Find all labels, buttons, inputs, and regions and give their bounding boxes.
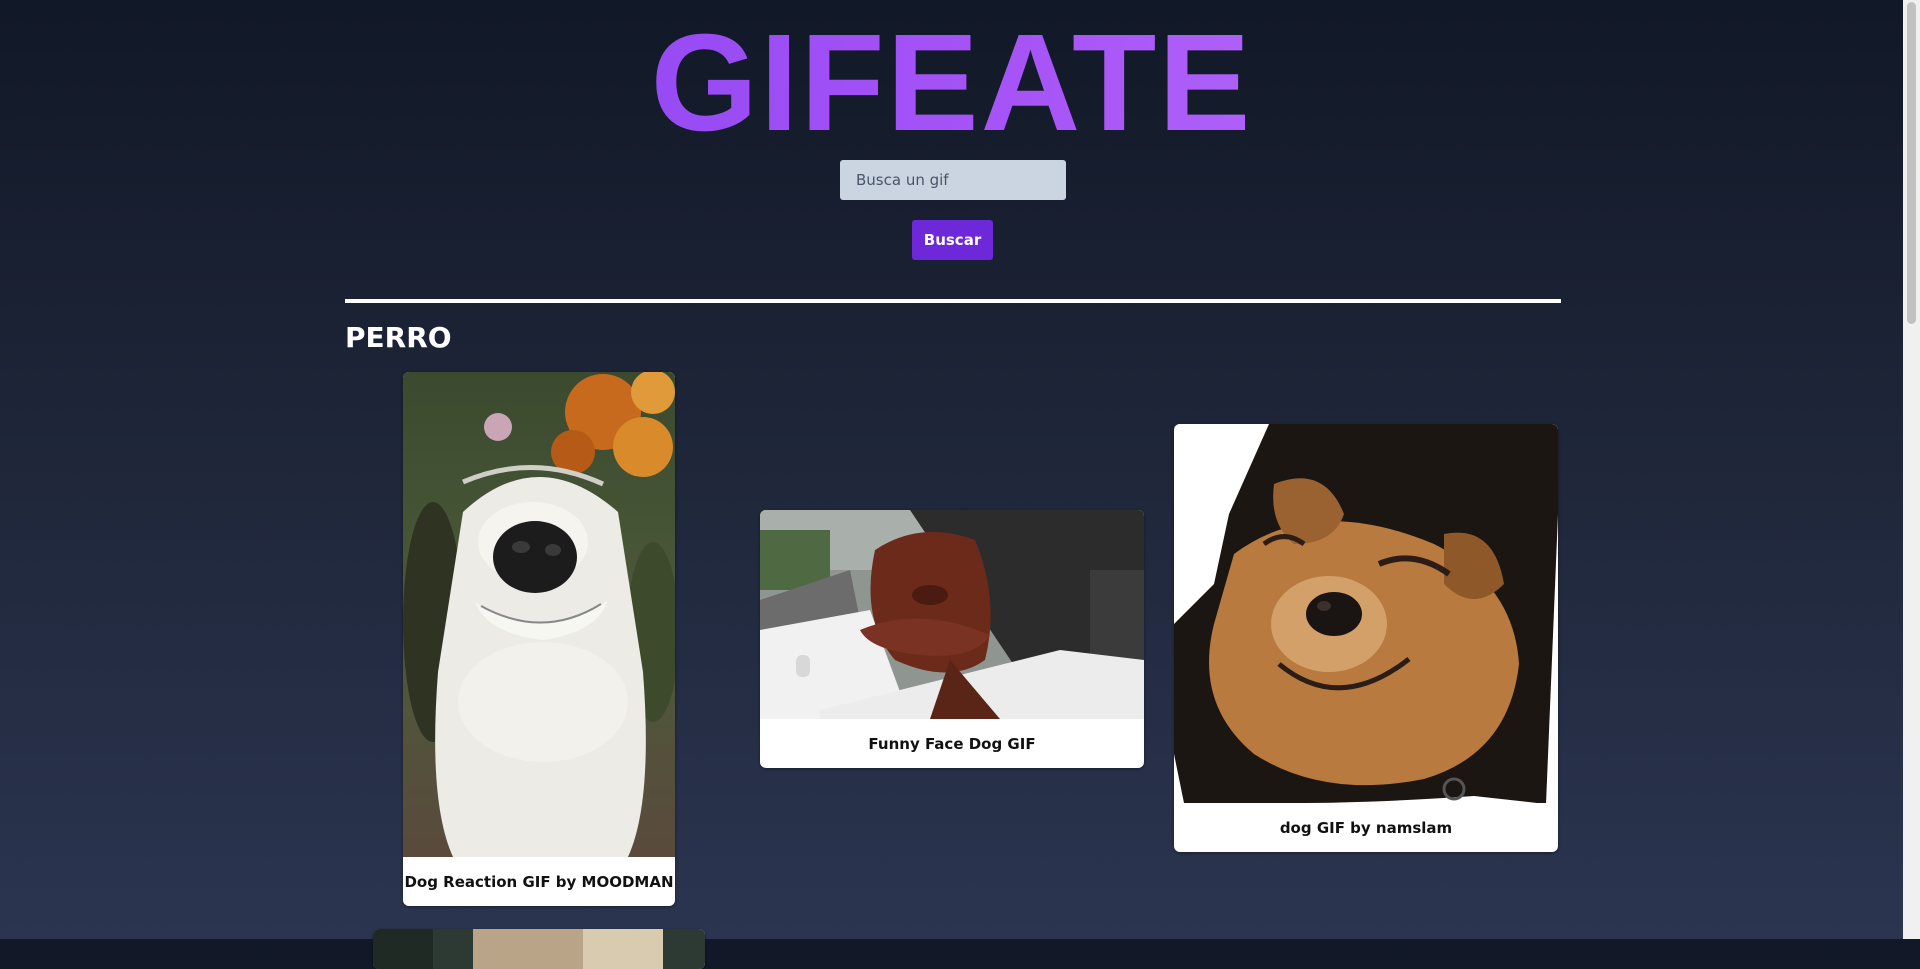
gif-card[interactable]: Funny Face Dog GIF <box>760 510 1144 768</box>
scrollbar[interactable] <box>1903 0 1920 939</box>
app-logo: GIFEATE <box>0 14 1903 152</box>
gif-image[interactable] <box>1174 424 1558 803</box>
gif-card[interactable]: dog GIF by namslam <box>1174 424 1558 852</box>
results-title: PERRO <box>345 321 452 354</box>
gif-caption: dog GIF by namslam <box>1279 819 1453 837</box>
gif-card[interactable]: Dog Reaction GIF by MOODMAN <box>403 372 675 906</box>
gif-card[interactable] <box>373 929 705 969</box>
gif-image[interactable] <box>403 372 675 857</box>
gif-caption: Dog Reaction GIF by MOODMAN <box>404 873 674 891</box>
divider <box>345 299 1561 303</box>
gif-caption: Funny Face Dog GIF <box>868 735 1036 753</box>
gif-app: GIFEATE Buscar PERRO <box>0 0 1903 969</box>
gif-caption <box>373 929 705 969</box>
scrollbar-thumb[interactable] <box>1907 2 1916 324</box>
search-input[interactable] <box>840 160 1066 200</box>
gif-image[interactable] <box>760 510 1144 719</box>
search-button[interactable]: Buscar <box>912 220 993 260</box>
